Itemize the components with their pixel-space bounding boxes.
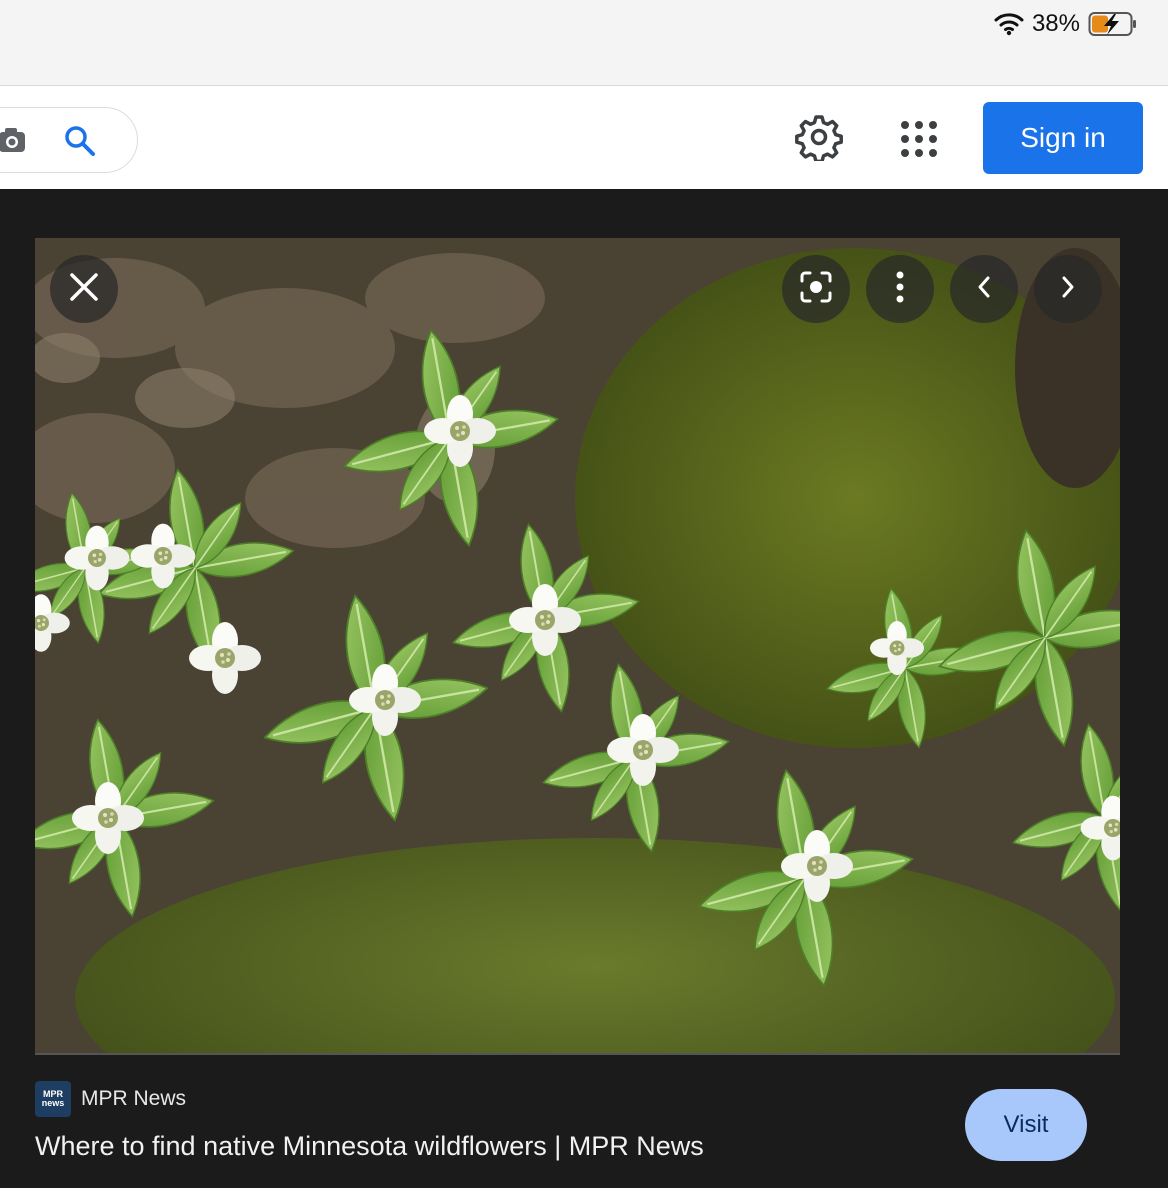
search-icon[interactable]: [63, 124, 97, 158]
apps-grid-icon[interactable]: [895, 115, 943, 163]
lens-search-button[interactable]: [782, 255, 850, 323]
search-header: Sign in: [0, 87, 1168, 189]
source-logo: MPR news: [35, 1081, 71, 1117]
battery-percentage: 38%: [1031, 10, 1080, 37]
wifi-icon: [994, 12, 1024, 36]
sign-in-button[interactable]: Sign in: [983, 102, 1143, 174]
gear-icon[interactable]: [795, 113, 843, 164]
camera-icon[interactable]: [0, 126, 29, 156]
previous-button[interactable]: [950, 255, 1018, 323]
status-indicators: 38%: [994, 8, 1138, 40]
source-logo-text: MPR news: [41, 1089, 65, 1108]
status-bar: 38%: [0, 0, 1168, 86]
image-viewer: MPR news MPR News Where to find native M…: [0, 189, 1168, 1188]
chevron-left-icon: [976, 275, 992, 304]
more-options-button[interactable]: [866, 255, 934, 323]
battery-charging-icon: [1088, 11, 1138, 37]
close-icon: [69, 272, 99, 307]
close-button[interactable]: [50, 255, 118, 323]
source-name[interactable]: MPR News: [81, 1087, 186, 1111]
lens-icon: [799, 270, 833, 309]
next-button[interactable]: [1034, 255, 1102, 323]
preview-image[interactable]: [35, 238, 1120, 1054]
visit-button[interactable]: Visit: [965, 1089, 1087, 1161]
search-box[interactable]: [0, 107, 138, 173]
source-row[interactable]: MPR news MPR News: [35, 1081, 186, 1117]
chevron-right-icon: [1060, 275, 1076, 304]
result-title-link[interactable]: Where to find native Minnesota wildflowe…: [35, 1131, 704, 1162]
more-vert-icon: [895, 270, 905, 309]
divider: [35, 1053, 1120, 1055]
